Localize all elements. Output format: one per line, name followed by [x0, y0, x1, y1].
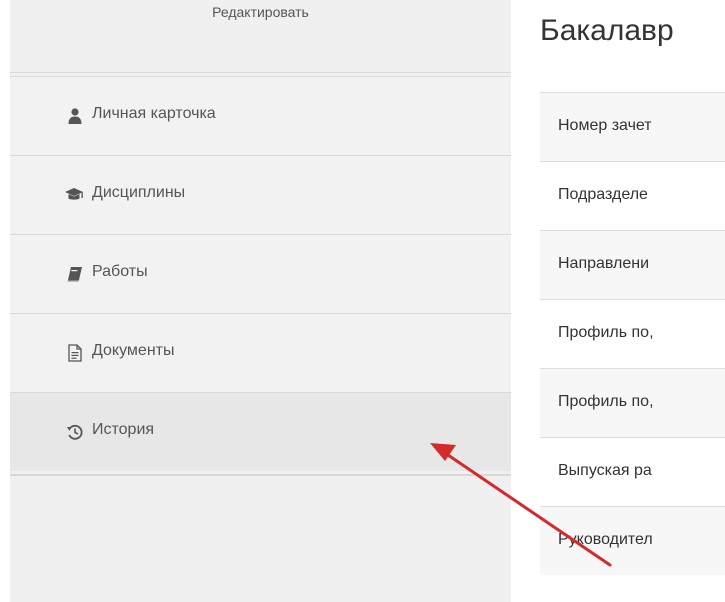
sidebar-menu: Личная карточка Дисциплины Работы Докуме…: [10, 76, 511, 471]
edit-profile-label: Редактировать: [212, 4, 309, 20]
sidebar-item-personal-card[interactable]: Личная карточка: [10, 76, 511, 155]
document-icon: [68, 344, 82, 362]
table-row: Подразделе: [540, 161, 725, 230]
sidebar-item-documents[interactable]: Документы: [10, 313, 511, 392]
table-cell-label: Номер зачет: [558, 117, 652, 134]
table-row: Профиль по,: [540, 368, 725, 437]
table-row: Направлени: [540, 230, 725, 299]
table-cell-label: Направлени: [558, 255, 650, 272]
table-row: Профиль по,: [540, 299, 725, 368]
table-row: Выпуская ра: [540, 437, 725, 506]
table-cell-label: Подразделе: [558, 186, 648, 203]
sidebar-item-history[interactable]: История: [10, 392, 511, 471]
user-icon: [68, 108, 82, 124]
table-row: Руководител: [540, 506, 725, 575]
sidebar-divider: [10, 474, 511, 476]
history-icon: [67, 424, 83, 440]
info-table: Номер зачет Подразделе Направлени Профил…: [540, 92, 725, 575]
page-title: Бакалавр: [540, 14, 674, 47]
table-cell-label: Профиль по,: [558, 324, 654, 341]
table-row: Номер зачет: [540, 92, 725, 161]
sidebar-item-label: Дисциплины: [92, 184, 186, 201]
table-cell-label: Профиль по,: [558, 393, 654, 410]
sidebar-item-label: Документы: [92, 342, 175, 359]
page: Редактировать Личная карточка Дисциплины: [0, 0, 725, 602]
edit-profile-link[interactable]: Редактировать: [10, 0, 511, 73]
sidebar-item-disciplines[interactable]: Дисциплины: [10, 155, 511, 234]
table-cell-label: Выпуская ра: [558, 462, 652, 479]
table-cell-label: Руководител: [558, 531, 653, 548]
sidebar-item-works[interactable]: Работы: [10, 234, 511, 313]
sidebar: Редактировать Личная карточка Дисциплины: [10, 0, 511, 602]
graduation-cap-icon: [65, 188, 83, 200]
sidebar-item-label: История: [92, 421, 155, 438]
sidebar-item-label: Работы: [92, 263, 148, 280]
sidebar-item-label: Личная карточка: [92, 105, 216, 122]
book-icon: [67, 267, 82, 282]
